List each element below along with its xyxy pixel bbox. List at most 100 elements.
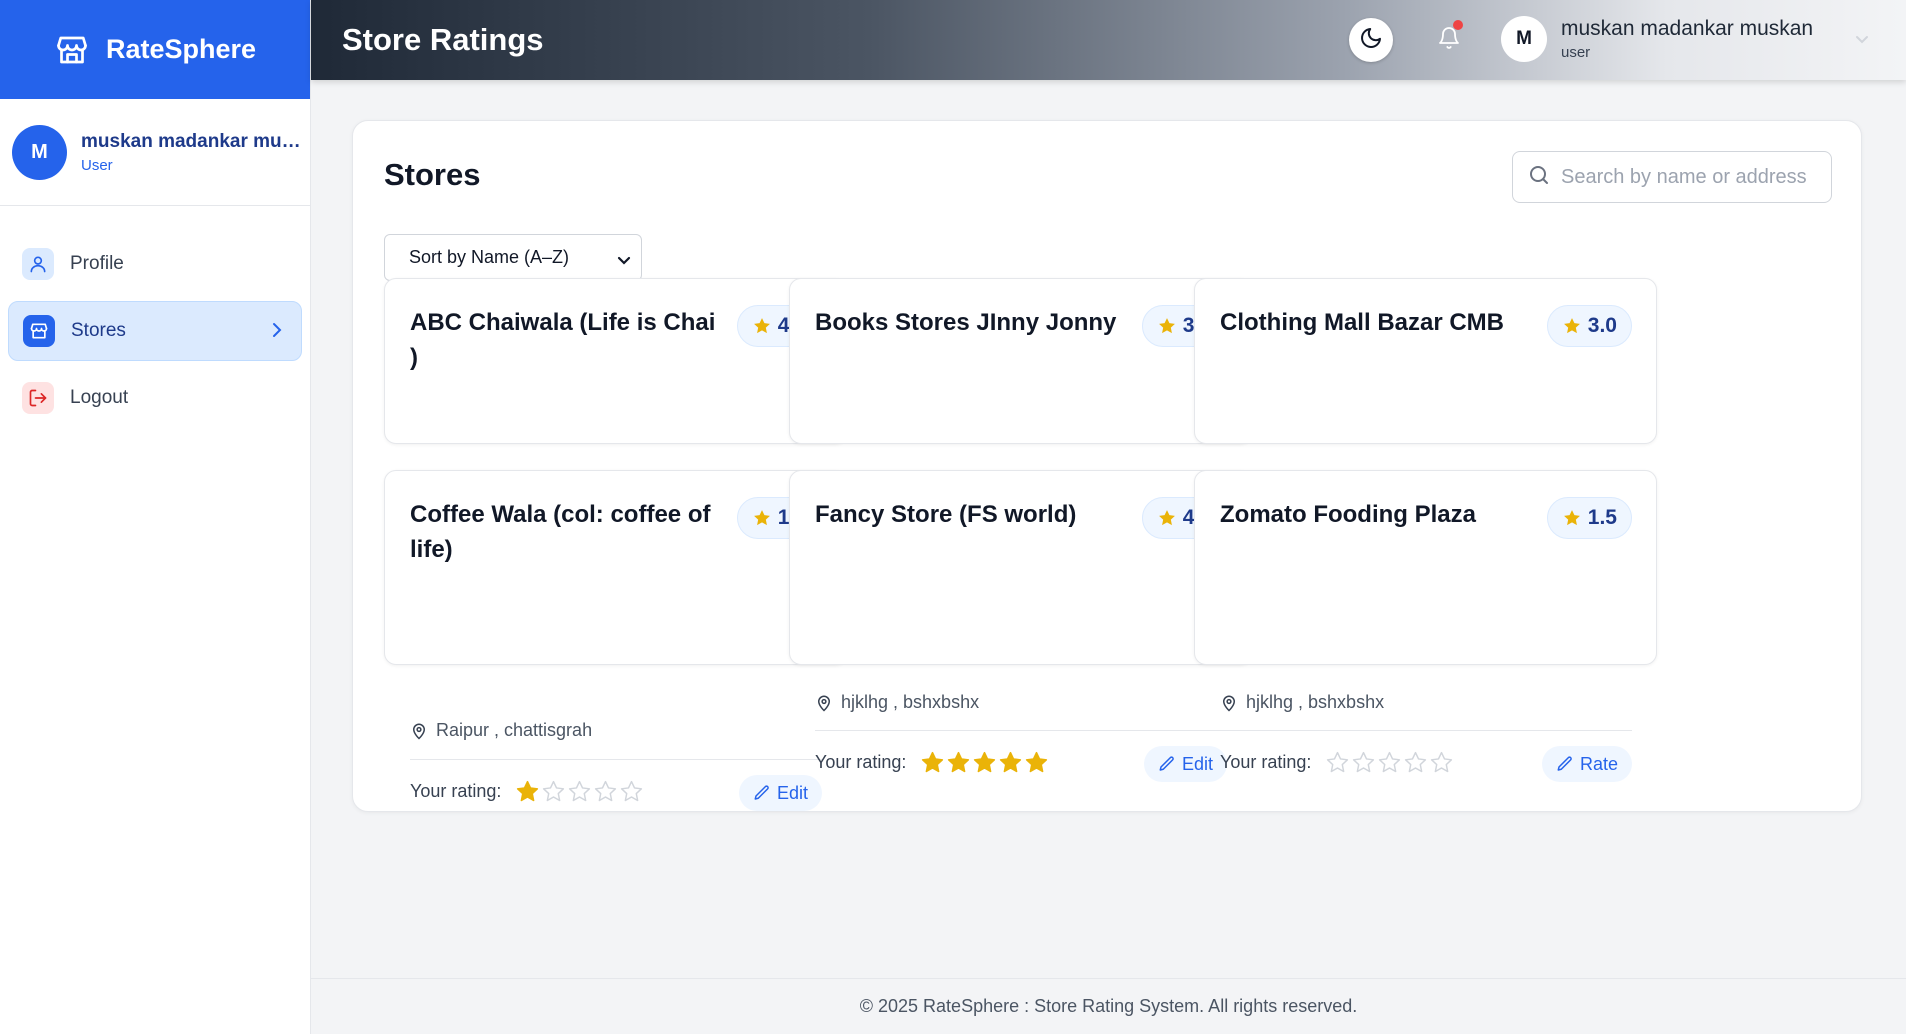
star-empty-icon[interactable] [593, 779, 618, 804]
avatar: M [1501, 16, 1547, 62]
star-empty-icon[interactable] [1377, 750, 1402, 775]
sidebar: RateSphere M muskan madankar muskan User… [0, 0, 311, 1034]
pencil-icon [1159, 756, 1174, 771]
sidebar-user-name: muskan madankar muskan [81, 130, 303, 152]
notifications-button[interactable] [1433, 20, 1465, 56]
sidebar-item-logout[interactable]: Logout [8, 368, 302, 428]
sidebar-item-label: Profile [70, 253, 124, 274]
sidebar-nav: Profile Stores Logout [0, 206, 310, 428]
avatar: M [12, 124, 67, 180]
star-empty-icon[interactable] [1351, 750, 1376, 775]
average-rating: 1.5 [1587, 506, 1617, 529]
chevron-down-icon[interactable] [1854, 32, 1870, 50]
top-header: Store Ratings M muskan madankar muskan u… [311, 0, 1906, 80]
star-empty-icon[interactable] [541, 779, 566, 804]
star-filled-icon[interactable] [998, 750, 1023, 775]
your-rating-label: Your rating: [815, 752, 907, 772]
header-user-name: muskan madankar muskan [1561, 17, 1814, 40]
chevron-down-icon [617, 251, 631, 272]
store-card: Fancy Store (FS world) 4.0 hjklhg , bshx… [789, 470, 1252, 782]
your-rating-label: Your rating: [410, 781, 502, 801]
star-empty-icon[interactable] [1325, 750, 1350, 775]
store-name: Fancy Store (FS world) [815, 501, 1077, 528]
store-card: Clothing Mall Bazar CMB 3.0 nagpur, hing… [1194, 278, 1657, 590]
action-label: Edit [776, 782, 808, 803]
store-address: hjklhg , bshxbshx [815, 692, 979, 713]
store-address: hjklhg , bshxbshx [1220, 692, 1384, 713]
star-empty-icon[interactable] [619, 779, 644, 804]
theme-toggle-button[interactable] [1349, 18, 1393, 62]
header-user-role: user [1561, 44, 1591, 61]
store-address-text: Raipur , chattisgrah [436, 720, 593, 740]
user-rating: Your rating: [815, 750, 1049, 775]
store-name: Coffee Wala (col: coffee of life) [410, 501, 711, 563]
star-icon [1563, 510, 1580, 526]
rate-button[interactable]: Rate [1541, 746, 1632, 782]
average-rating-badge: 1.5 [1546, 497, 1632, 539]
search-input[interactable] [1561, 165, 1811, 189]
footer: © 2025 RateSphere : Store Rating System.… [311, 978, 1906, 1034]
pencil-icon [754, 785, 769, 800]
star-rating-input[interactable] [515, 779, 644, 804]
sidebar-user: M muskan madankar muskan User [0, 99, 310, 206]
logout-icon [22, 382, 54, 414]
store-name: Zomato Fooding Plaza [1220, 501, 1476, 528]
search-icon [1527, 163, 1551, 192]
sidebar-item-profile[interactable]: Profile [8, 234, 302, 294]
star-rating-input[interactable] [1325, 750, 1454, 775]
user-rating: Your rating: [410, 779, 644, 804]
star-icon [1158, 510, 1175, 526]
chevron-right-icon [271, 321, 283, 345]
sort-select-value: Sort by Name (A–Z) [409, 247, 570, 267]
map-pin-icon [817, 695, 831, 712]
user-menu[interactable]: M muskan madankar muskan user [1501, 16, 1813, 62]
star-rating-input[interactable] [920, 750, 1049, 775]
map-pin-icon [1222, 695, 1236, 712]
store-card: Zomato Fooding Plaza 1.5 hjklhg , bshxbs… [1194, 470, 1657, 782]
store-address-text: hjklhg , bshxbshx [841, 692, 980, 712]
sidebar-item-label: Stores [71, 320, 126, 341]
brand-name: RateSphere [106, 34, 257, 64]
store-address-text: hjklhg , bshxbshx [1246, 692, 1385, 712]
store-card: ABC Chaiwala (Life is Chai ) 4.0 Ragee G… [384, 278, 847, 590]
store-name: ABC Chaiwala (Life is Chai ) [410, 309, 716, 371]
divider [1220, 730, 1632, 731]
map-pin-icon [412, 723, 426, 740]
star-filled-icon[interactable] [515, 779, 540, 804]
star-icon [753, 318, 770, 334]
sidebar-item-stores[interactable]: Stores [8, 301, 302, 361]
star-filled-icon[interactable] [946, 750, 971, 775]
search-box[interactable] [1512, 151, 1832, 203]
star-filled-icon[interactable] [972, 750, 997, 775]
page-title: Store Ratings [342, 22, 544, 57]
star-filled-icon[interactable] [920, 750, 945, 775]
star-empty-icon[interactable] [1403, 750, 1428, 775]
star-empty-icon[interactable] [1429, 750, 1454, 775]
star-icon [1158, 318, 1175, 334]
sidebar-user-role: User [81, 156, 113, 174]
stores-panel: Stores Sort by Name (A–Z) ABC Chaiwala (… [352, 120, 1862, 812]
star-icon [753, 510, 770, 526]
action-label: Rate [1579, 753, 1618, 774]
action-label: Edit [1181, 753, 1213, 774]
edit-rating-button[interactable]: Edit [738, 775, 822, 811]
edit-rating-button[interactable]: Edit [1143, 746, 1227, 782]
star-empty-icon[interactable] [567, 779, 592, 804]
divider [410, 759, 822, 760]
your-rating-label: Your rating: [1220, 752, 1312, 772]
brand[interactable]: RateSphere [0, 0, 310, 99]
notification-dot [1453, 20, 1463, 30]
average-rating-badge: 3.0 [1546, 305, 1632, 347]
pencil-icon [1557, 756, 1572, 771]
store-name: Clothing Mall Bazar CMB [1220, 309, 1505, 336]
average-rating: 3.0 [1587, 314, 1617, 337]
section-title: Stores [384, 157, 481, 192]
user-rating: Your rating: [1220, 750, 1454, 775]
sort-select[interactable]: Sort by Name (A–Z) [384, 234, 642, 281]
store-name: Books Stores JInny Jonny [815, 309, 1117, 336]
user-icon [22, 248, 54, 280]
sidebar-item-label: Logout [70, 387, 129, 408]
store-card: Books Stores JInny Jonny 3.3 nagpur, hin… [789, 278, 1252, 590]
star-filled-icon[interactable] [1024, 750, 1049, 775]
star-icon [1563, 318, 1580, 334]
